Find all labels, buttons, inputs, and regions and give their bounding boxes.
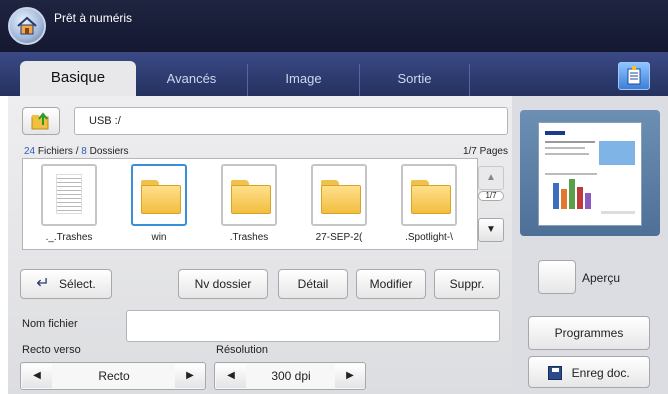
- folder-icon: [231, 180, 271, 214]
- triangle-right-icon: ▶: [186, 370, 194, 381]
- triangle-left-icon: ◀: [33, 370, 41, 381]
- file-item[interactable]: win: [127, 164, 191, 248]
- programs-button[interactable]: Programmes: [528, 316, 650, 350]
- folder-icon: [141, 180, 181, 214]
- settings-button[interactable]: [618, 62, 650, 90]
- folder-up-icon: [31, 112, 49, 130]
- triangle-left-icon: ◀: [227, 370, 235, 381]
- save-doc-button[interactable]: Enreg doc.: [528, 356, 650, 388]
- file-item[interactable]: ._.Trashes: [37, 164, 101, 248]
- select-button[interactable]: ↵ Sélect.: [20, 269, 112, 299]
- filename-input[interactable]: [126, 310, 500, 342]
- page-indicator: 1/7 Pages: [462, 146, 508, 157]
- tab-sortie[interactable]: Sortie: [360, 64, 470, 96]
- document-icon: [56, 174, 82, 214]
- resolution-label: Résolution: [216, 344, 268, 356]
- parent-folder-button[interactable]: [22, 107, 60, 135]
- file-thumbnail: [311, 164, 367, 226]
- resolution-selector: ◀ 300 dpi ▶: [214, 362, 366, 390]
- delete-button[interactable]: Suppr.: [434, 269, 500, 299]
- preview-page-image: [538, 122, 642, 226]
- tab-image[interactable]: Image: [248, 64, 360, 96]
- file-thumbnail: [401, 164, 457, 226]
- file-thumbnail: [41, 164, 97, 226]
- duplex-next-button[interactable]: ▶: [175, 364, 205, 388]
- tab-basique[interactable]: Basique: [20, 61, 136, 96]
- tab-bar: Basique Avancés Image Sortie: [0, 52, 668, 96]
- app-title: Prêt à numéris: [54, 11, 133, 25]
- folders-label: Dossiers: [89, 146, 129, 157]
- folder-icon: [321, 180, 361, 214]
- file-thumbnail: [131, 164, 187, 226]
- new-folder-button[interactable]: Nv dossier: [178, 269, 268, 299]
- preview-toggle-button[interactable]: [538, 260, 576, 294]
- triangle-up-icon: ▲: [486, 172, 496, 183]
- title-bar: Prêt à numéris: [0, 0, 668, 52]
- scroll-up-button[interactable]: ▲: [478, 166, 504, 190]
- triangle-down-icon: ▼: [486, 224, 496, 235]
- files-count-value: 24: [24, 146, 36, 157]
- preview-thumbnail: [520, 110, 660, 236]
- scroll-down-button[interactable]: ▼: [478, 218, 504, 242]
- filename-label: Nom fichier: [22, 318, 78, 330]
- duplex-selector: ◀ Recto ▶: [20, 362, 206, 390]
- modify-button[interactable]: Modifier: [356, 269, 426, 299]
- main-panel: USB :/ 24 Fichiers / 8 Dossiers 1/7 Page…: [8, 96, 512, 394]
- file-name: 27-SEP-2(: [315, 232, 363, 243]
- home-icon: [17, 16, 37, 35]
- files-label: Fichiers /: [37, 146, 79, 157]
- file-name: .Trashes: [229, 232, 269, 243]
- select-label: Sélect.: [59, 277, 96, 291]
- floppy-disk-icon: [548, 365, 563, 380]
- resolution-prev-button[interactable]: ◀: [216, 364, 246, 388]
- file-count: 24 Fichiers / 8 Dossiers: [24, 146, 129, 157]
- tab-avances[interactable]: Avancés: [136, 64, 248, 96]
- file-name: win: [151, 232, 167, 243]
- side-panel: Aperçu Programmes Enreg doc.: [512, 96, 668, 394]
- save-doc-label: Enreg doc.: [571, 365, 630, 380]
- enter-arrow-icon: ↵: [36, 275, 50, 292]
- detail-button[interactable]: Détail: [278, 269, 348, 299]
- home-button[interactable]: [8, 7, 46, 45]
- file-thumbnail: [221, 164, 277, 226]
- file-name: ._.Trashes: [45, 232, 93, 243]
- file-item[interactable]: 27-SEP-2(: [307, 164, 371, 248]
- duplex-prev-button[interactable]: ◀: [22, 364, 52, 388]
- file-browser: ._.Trashes win .Trashes 27-SEP-2( .Spotl…: [22, 158, 478, 250]
- path-field[interactable]: USB :/: [74, 107, 508, 135]
- settings-list-icon: [627, 66, 641, 85]
- folder-icon: [411, 180, 451, 214]
- file-name: .Spotlight-\: [405, 232, 453, 243]
- triangle-right-icon: ▶: [346, 370, 354, 381]
- file-item[interactable]: .Trashes: [217, 164, 281, 248]
- file-item[interactable]: .Spotlight-\: [397, 164, 461, 248]
- duplex-value: Recto: [98, 369, 130, 383]
- duplex-label: Recto verso: [22, 344, 81, 356]
- scroll-page-indicator: 1/7: [478, 191, 504, 201]
- preview-label: Aperçu: [582, 271, 621, 285]
- resolution-value: 300 dpi: [271, 369, 311, 383]
- resolution-next-button[interactable]: ▶: [335, 364, 365, 388]
- folders-count-value: 8: [81, 146, 87, 157]
